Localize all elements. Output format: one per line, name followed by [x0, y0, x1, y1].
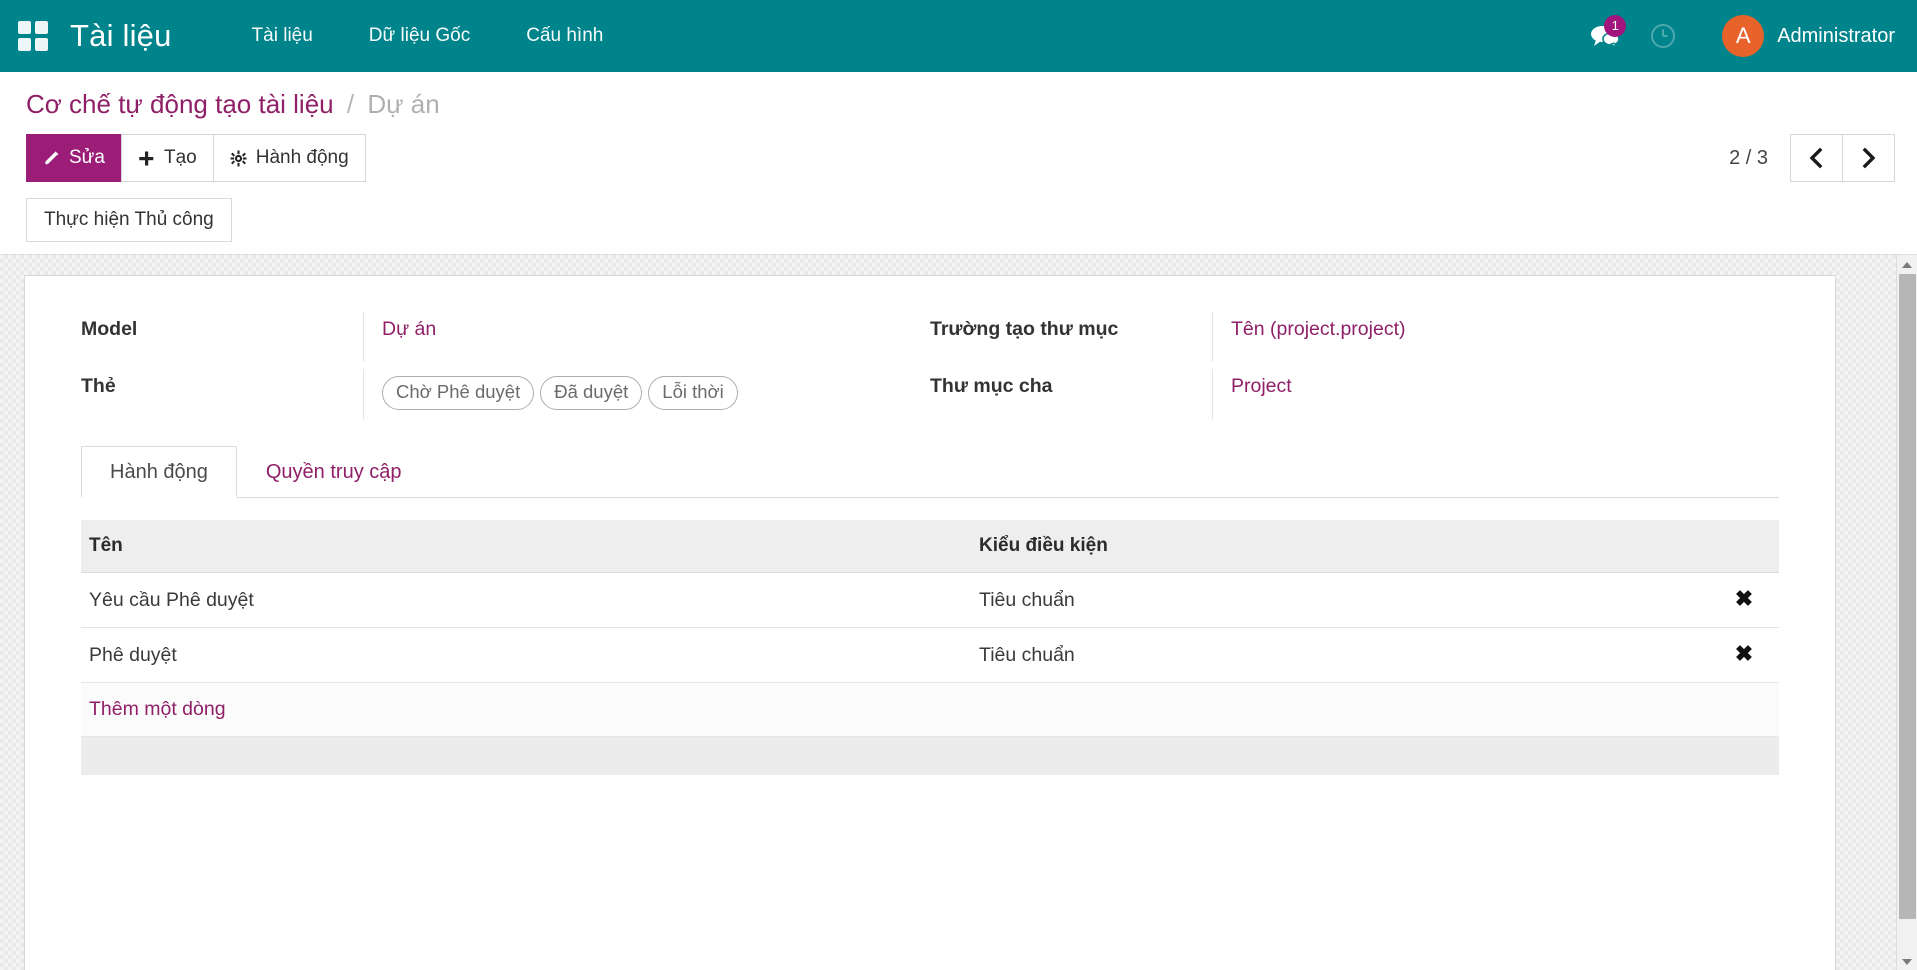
actions-table-head: Tên Kiểu điều kiện	[81, 520, 1779, 573]
pager-buttons	[1790, 134, 1895, 182]
add-row[interactable]: Thêm một dòng	[81, 683, 1779, 737]
cell-condition-type: Tiêu chuẩn	[971, 628, 1711, 683]
field-model-link[interactable]: Dự án	[382, 318, 436, 340]
tag-item[interactable]: Lỗi thời	[648, 376, 738, 410]
statusbar: Thực hiện Thủ công	[22, 198, 1895, 254]
messages-badge: 1	[1604, 15, 1626, 37]
field-tags-value: Chờ Phê duyệt Đã duyệt Lỗi thời	[363, 369, 930, 419]
actions-table-body: Yêu cầu Phê duyệt Tiêu chuẩn ✖ Phê duyệt…	[81, 573, 1779, 775]
plus-icon	[138, 150, 155, 167]
tab-access-rights[interactable]: Quyền truy cập	[237, 446, 431, 498]
avatar: A	[1722, 15, 1764, 57]
triangle-down-icon	[1902, 959, 1912, 965]
pencil-icon	[43, 150, 60, 167]
scrollbar-thumb[interactable]	[1899, 274, 1916, 919]
record-pager: 2 / 3	[1729, 134, 1895, 182]
field-parent-folder-link[interactable]: Project	[1231, 375, 1292, 397]
apps-grid-square	[35, 21, 48, 34]
control-panel: Cơ chế tự động tạo tài liệu / Dự án Sửa …	[0, 72, 1917, 255]
close-x-icon[interactable]: ✖	[1735, 641, 1753, 666]
add-row-cell: Thêm một dòng	[81, 683, 1779, 737]
field-model: Model Dự án	[81, 312, 930, 369]
column-header-actions	[1711, 520, 1779, 573]
menu-item-configuration[interactable]: Cấu hình	[498, 17, 631, 55]
main-menu: Tài liệu Dữ liệu Gốc Cấu hình	[224, 17, 632, 55]
tag-item[interactable]: Đã duyệt	[540, 376, 642, 410]
field-folder-create: Trường tạo thư mục Tên (project.project)	[930, 312, 1779, 369]
menu-item-master-data[interactable]: Dữ liệu Gốc	[341, 17, 498, 55]
field-parent-folder-label: Thư mục cha	[930, 369, 1212, 398]
table-footer-row	[81, 737, 1779, 775]
apps-grid-icon[interactable]	[18, 21, 52, 51]
navbar-right-cluster: 1 A Administrator	[1576, 12, 1895, 60]
cell-delete: ✖	[1711, 573, 1779, 628]
column-header-condition-type[interactable]: Kiểu điều kiện	[971, 520, 1711, 573]
apps-grid-square	[18, 38, 31, 51]
breadcrumb-current: Dự án	[367, 89, 439, 119]
field-parent-folder-value: Project	[1212, 369, 1779, 419]
actions-table-header-row: Tên Kiểu điều kiện	[81, 520, 1779, 573]
apps-grid-square	[35, 38, 48, 51]
form-content-area: Model Dự án Thẻ Chờ Phê duyệt Đã duyệt L…	[0, 255, 1917, 970]
app-brand-title[interactable]: Tài liệu	[70, 18, 172, 54]
breadcrumb: Cơ chế tự động tạo tài liệu / Dự án	[22, 72, 1895, 124]
scroll-down-button[interactable]	[1897, 952, 1917, 970]
action-menu-label: Hành động	[256, 147, 349, 169]
menu-item-documents[interactable]: Tài liệu	[224, 17, 341, 55]
breadcrumb-separator: /	[347, 89, 354, 119]
cell-name: Phê duyệt	[81, 628, 971, 683]
table-row[interactable]: Yêu cầu Phê duyệt Tiêu chuẩn ✖	[81, 573, 1779, 628]
form-groups: Model Dự án Thẻ Chờ Phê duyệt Đã duyệt L…	[81, 312, 1779, 426]
user-name-label: Administrator	[1777, 25, 1895, 48]
tab-actions[interactable]: Hành động	[81, 446, 237, 498]
form-group-right: Trường tạo thư mục Tên (project.project)…	[930, 312, 1779, 426]
gear-icon	[230, 150, 247, 167]
field-model-value: Dự án	[363, 312, 930, 362]
field-folder-create-label: Trường tạo thư mục	[930, 312, 1212, 341]
field-folder-create-value: Tên (project.project)	[1212, 312, 1779, 362]
cell-condition-type: Tiêu chuẩn	[971, 573, 1711, 628]
tag-list: Chờ Phê duyệt Đã duyệt Lỗi thời	[382, 375, 930, 410]
cell-name: Yêu cầu Phê duyệt	[81, 573, 971, 628]
pager-next-button[interactable]	[1842, 134, 1895, 182]
cell-delete: ✖	[1711, 628, 1779, 683]
apps-grid-square	[18, 21, 31, 34]
triangle-up-icon	[1902, 262, 1912, 268]
create-button[interactable]: Tạo	[121, 134, 214, 182]
field-model-label: Model	[81, 312, 363, 341]
vertical-scrollbar[interactable]	[1896, 255, 1917, 970]
activity-button[interactable]	[1634, 12, 1692, 60]
form-group-left: Model Dự án Thẻ Chờ Phê duyệt Đã duyệt L…	[81, 312, 930, 426]
clock-icon	[1649, 22, 1677, 50]
user-menu[interactable]: A Administrator	[1722, 15, 1895, 57]
table-footer-cell	[81, 737, 1779, 775]
action-menu-button[interactable]: Hành động	[213, 134, 366, 182]
pager-count: 2 / 3	[1729, 147, 1768, 170]
edit-button-label: Sửa	[69, 147, 105, 169]
field-folder-create-link[interactable]: Tên (project.project)	[1231, 318, 1405, 340]
actions-table: Tên Kiểu điều kiện Yêu cầu Phê duyệt Tiê…	[81, 520, 1779, 775]
notebook: Hành động Quyền truy cập Tên Kiểu điều k…	[81, 446, 1779, 775]
column-header-name[interactable]: Tên	[81, 520, 971, 573]
manual-run-button[interactable]: Thực hiện Thủ công	[26, 198, 232, 242]
edit-button[interactable]: Sửa	[26, 134, 122, 182]
form-sheet: Model Dự án Thẻ Chờ Phê duyệt Đã duyệt L…	[24, 275, 1836, 970]
tag-item[interactable]: Chờ Phê duyệt	[382, 376, 534, 410]
chevron-right-icon	[1860, 147, 1877, 169]
breadcrumb-root-link[interactable]: Cơ chế tự động tạo tài liệu	[26, 89, 334, 119]
chevron-left-icon	[1808, 147, 1825, 169]
pager-previous-button[interactable]	[1790, 134, 1843, 182]
table-row[interactable]: Phê duyệt Tiêu chuẩn ✖	[81, 628, 1779, 683]
control-panel-buttons: Sửa Tạo	[22, 124, 1895, 198]
field-parent-folder: Thư mục cha Project	[930, 369, 1779, 426]
close-x-icon[interactable]: ✖	[1735, 586, 1753, 611]
notebook-tabs: Hành động Quyền truy cập	[81, 446, 1779, 498]
top-navbar: Tài liệu Tài liệu Dữ liệu Gốc Cấu hình 1…	[0, 0, 1917, 72]
create-button-label: Tạo	[164, 147, 197, 169]
messages-button[interactable]: 1	[1576, 12, 1634, 60]
field-tags: Thẻ Chờ Phê duyệt Đã duyệt Lỗi thời	[81, 369, 930, 426]
add-a-line-link[interactable]: Thêm một dòng	[89, 698, 226, 720]
field-tags-label: Thẻ	[81, 369, 363, 398]
scroll-up-button[interactable]	[1897, 255, 1917, 274]
